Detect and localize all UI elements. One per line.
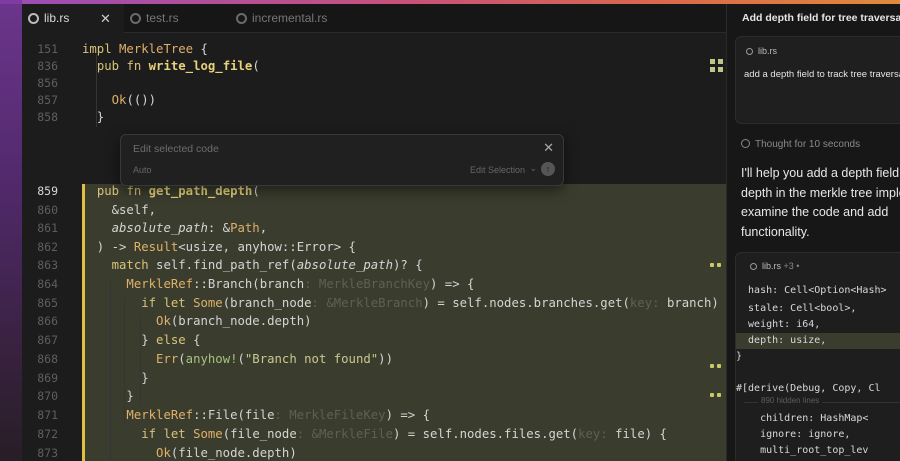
- edit-input-placeholder[interactable]: Edit selected code: [133, 143, 219, 155]
- thought-icon: [741, 139, 750, 148]
- code-line[interactable]: }: [82, 371, 148, 385]
- edit-selection-button[interactable]: Edit Selection: [470, 165, 525, 175]
- code-line[interactable]: absolute_path: &Path,: [82, 221, 268, 235]
- fold-dots-icon[interactable]: [710, 263, 722, 267]
- code-line[interactable]: Ok(branch_node.depth): [82, 314, 311, 328]
- code-line[interactable]: ) -> Result<usize, anyhow::Error> {: [82, 240, 356, 254]
- code-line[interactable]: }: [82, 389, 133, 403]
- code-line[interactable]: } else {: [82, 333, 200, 347]
- fold-dots-icon[interactable]: [710, 364, 722, 368]
- diff-line: ignore: ignore,: [736, 429, 851, 440]
- thought-indicator[interactable]: Thought for 10 seconds: [741, 139, 860, 150]
- diff-line: }: [736, 351, 743, 362]
- line-number: 857: [37, 93, 58, 107]
- diff-line: weight: i64,: [736, 319, 821, 330]
- diff-file-label: lib.rs: [762, 261, 782, 271]
- context-file-label: lib.rs: [758, 46, 778, 56]
- window-left-glow: [0, 0, 22, 461]
- diff-header[interactable]: lib.rs +3 •: [750, 261, 799, 271]
- code-line[interactable]: pub fn write_log_file(: [82, 59, 260, 73]
- hidden-lines-separator[interactable]: 890 hidden lines: [736, 396, 900, 407]
- diff-line: hash: Cell<Option<Hash>: [736, 285, 887, 296]
- diff-line: multi_root_top_lev: [736, 445, 869, 456]
- tab-label: lib.rs: [44, 11, 70, 25]
- diff-count: +3 •: [783, 261, 800, 271]
- line-number: 872: [37, 427, 58, 441]
- line-number: 865: [37, 296, 58, 310]
- user-message-card[interactable]: lib.rs add a depth field to track tree t…: [735, 36, 900, 124]
- code-editor[interactable]: lib.rs ✕ test.rs incremental.rs 151 impl …: [22, 4, 734, 461]
- diff-line: children: HashMap<: [736, 413, 869, 424]
- line-number: 873: [37, 446, 58, 460]
- diff-line: #[derive(Debug, Copy, Cl: [736, 383, 881, 394]
- line-number: 870: [37, 389, 58, 403]
- diff-line-added: depth: usize,: [736, 333, 900, 349]
- reply-line: depth in the merkle tree imple: [741, 185, 900, 200]
- code-line[interactable]: impl MerkleTree {: [82, 42, 208, 56]
- line-number: 868: [37, 352, 58, 366]
- code-line[interactable]: Ok(()): [82, 93, 156, 107]
- apply-grid-icon[interactable]: [710, 59, 724, 73]
- line-number: 151: [37, 42, 58, 56]
- diff-line: stale: Cell<bool>,: [736, 303, 857, 314]
- code-line[interactable]: &self,: [82, 203, 156, 217]
- reply-line: examine the code and add: [741, 205, 889, 219]
- line-number: 871: [37, 408, 58, 422]
- tab-bar: lib.rs ✕ test.rs incremental.rs: [22, 4, 726, 33]
- rust-file-icon: [750, 263, 757, 270]
- chevron-down-icon[interactable]: ⌄: [529, 163, 537, 174]
- reply-line: I'll help you add a depth field: [741, 166, 900, 180]
- assistant-reply: I'll help you add a depth field depth in…: [741, 164, 900, 242]
- chat-title[interactable]: Add depth field for tree traversal: [742, 12, 900, 24]
- code-line[interactable]: }: [82, 110, 104, 124]
- reply-line: functionality.: [741, 224, 810, 239]
- line-number: 861: [37, 221, 58, 235]
- submit-arrow-icon[interactable]: ↑: [541, 162, 555, 176]
- code-line[interactable]: MerkleRef::Branch(branch: MerkleBranchKe…: [82, 277, 474, 291]
- rust-file-icon: [746, 48, 753, 55]
- line-number: 869: [37, 371, 58, 385]
- tab-label: test.rs: [146, 11, 179, 25]
- line-number: 867: [37, 333, 58, 347]
- close-icon[interactable]: ✕: [100, 4, 111, 33]
- line-number: 859: [37, 184, 58, 198]
- code-line[interactable]: Ok(file_node.depth): [82, 446, 297, 460]
- line-number: 856: [37, 76, 58, 90]
- code-line[interactable]: if let Some(branch_node: &MerkleBranch) …: [82, 296, 733, 310]
- tab-test-rs[interactable]: test.rs: [124, 4, 230, 33]
- rust-file-icon: [236, 13, 247, 24]
- model-mode[interactable]: Auto: [133, 165, 152, 175]
- edit-selection-popup[interactable]: Edit selected code ✕ Auto Edit Selection…: [120, 134, 564, 186]
- line-number: 858: [37, 110, 58, 124]
- tab-label: incremental.rs: [252, 11, 328, 25]
- code-line[interactable]: pub fn get_path_depth(: [82, 184, 260, 198]
- line-number: 866: [37, 314, 58, 328]
- line-number: 836: [37, 59, 58, 73]
- chat-panel: Add depth field for tree traversal lib.r…: [726, 4, 900, 461]
- tab-incremental-rs[interactable]: incremental.rs: [230, 4, 370, 33]
- thought-label: Thought for 10 seconds: [755, 139, 861, 150]
- close-icon[interactable]: ✕: [543, 140, 554, 156]
- code-line[interactable]: if let Some(file_node: &MerkleFile) = se…: [82, 427, 667, 441]
- line-number: 864: [37, 277, 58, 291]
- line-number: 863: [37, 258, 58, 272]
- hidden-lines-label: 890 hidden lines: [758, 396, 823, 405]
- tab-lib-rs[interactable]: lib.rs ✕: [22, 4, 124, 33]
- diff-card[interactable]: lib.rs +3 • hash: Cell<Option<Hash> stal…: [735, 252, 900, 461]
- code-line[interactable]: match self.find_path_ref(absolute_path)?…: [82, 258, 423, 272]
- line-number: 862: [37, 240, 58, 254]
- context-file-chip[interactable]: lib.rs: [746, 46, 777, 56]
- rust-file-icon: [130, 13, 141, 24]
- line-number: 860: [37, 203, 58, 217]
- rust-file-icon: [28, 13, 39, 24]
- code-line[interactable]: MerkleRef::File(file: MerkleFileKey) => …: [82, 408, 430, 422]
- fold-dots-icon[interactable]: [710, 393, 722, 397]
- code-line[interactable]: Err(anyhow!("Branch not found")): [82, 352, 393, 366]
- user-message: add a depth field to track tree traversa…: [744, 69, 900, 80]
